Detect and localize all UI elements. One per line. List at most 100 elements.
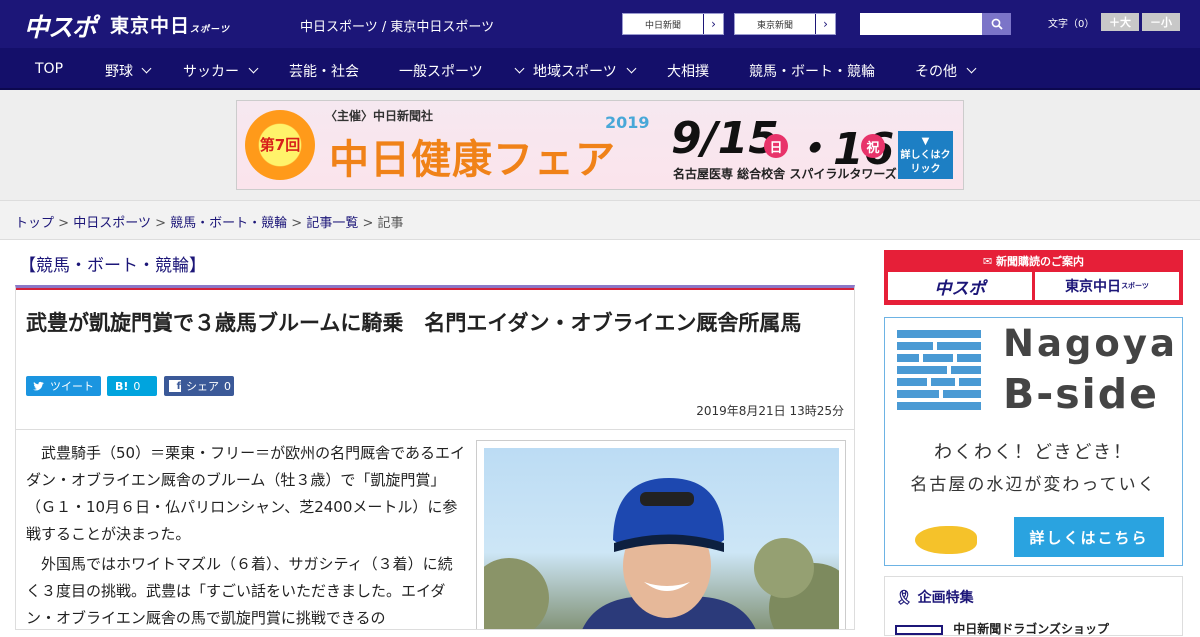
subscribe-tokyo-small: スポーツ <box>1121 282 1149 290</box>
breadcrumb-sep: > <box>155 216 166 231</box>
hatena-icon: B! <box>115 379 129 393</box>
site-title[interactable]: 中日スポーツ / 東京中日スポーツ <box>300 16 494 35</box>
search-input[interactable] <box>860 13 982 35</box>
hatena-button[interactable]: B! 0 <box>107 376 157 396</box>
breadcrumb-chuspo[interactable]: 中日スポーツ <box>73 216 151 231</box>
article-header: 武豊が凱旋門賞で３歳馬ブルームに騎乗 名門エイダン・オブライエン厩舎所属馬 ツイ… <box>15 285 855 430</box>
tokyo-logo-small: スポーツ <box>190 25 230 35</box>
font-larger-button[interactable]: ＋大 <box>1101 13 1139 31</box>
banner-day-2: 祝 <box>861 134 885 158</box>
newspaper-icon: ✉ <box>982 255 993 268</box>
banner-title: 中日健康フェア <box>329 137 616 183</box>
breadcrumb-bar: トップ > 中日スポーツ > 競馬・ボート・競輪 > 記事一覧 > 記事 <box>0 200 1200 240</box>
chuspo-logo[interactable]: 中スポ <box>24 8 97 44</box>
feature-header: 🎗 企画特集 <box>895 587 974 607</box>
breadcrumb-top[interactable]: トップ <box>15 216 54 231</box>
nav-soccer[interactable]: サッカー <box>183 61 239 81</box>
nav-top[interactable]: TOP <box>35 61 63 77</box>
ad-tagline-2: 名古屋の水辺が変わっていく <box>910 475 1157 495</box>
banner-cta-label: 詳しくはクリック <box>900 150 951 175</box>
arrow-down-icon: ▼ <box>921 136 930 147</box>
ad-brand-line2: B-side <box>1003 370 1159 418</box>
category-heading-bar: 【競馬・ボート・競輪】 <box>15 250 855 290</box>
banner-badge: 第7回 <box>259 136 301 154</box>
article-date: 2019年8月21日 13時25分 <box>696 404 844 418</box>
nav-keiba[interactable]: 競馬・ボート・競輪 <box>749 61 875 81</box>
facebook-share-label: シェア <box>186 380 219 393</box>
chevron-down-icon <box>514 63 525 74</box>
facebook-icon: f <box>169 380 181 392</box>
chevron-right-icon: › <box>815 14 835 34</box>
breadcrumb-keiba[interactable]: 競馬・ボート・競輪 <box>170 216 287 231</box>
banner-date-1: 9/15 <box>671 113 779 164</box>
nagoya-bside-ad[interactable]: Nagoya B-side わくわく！どきどき！ 名古屋の水辺が変わっていく 詳… <box>884 317 1183 566</box>
chevron-down-icon <box>248 63 259 74</box>
breadcrumb-article-list[interactable]: 記事一覧 <box>306 216 358 231</box>
health-fair-banner[interactable]: 第7回 〈主催〉中日新聞社 2019 中日健康フェア 9/15 日 ・16 祝 … <box>236 100 964 190</box>
banner-host: 〈主催〉中日新聞社 <box>325 109 434 123</box>
article-paragraph: 外国馬ではホワイトマズル（６着）、サガシティ（３着）に続く３度目の挑戦。武豊は「… <box>26 555 453 627</box>
jockey-photo-drawing <box>484 478 839 629</box>
chevron-down-icon <box>626 63 637 74</box>
breadcrumb-sep: > <box>291 216 303 231</box>
feature-item-label: 中日新聞ドラゴンズショップ <box>953 622 1109 636</box>
search-button[interactable] <box>982 13 1011 35</box>
font-smaller-button[interactable]: －小 <box>1142 13 1180 31</box>
subscription-box: ✉ 新聞購読のご案内 中スポ 東京中日 スポーツ <box>884 250 1183 305</box>
feature-box: 🎗 企画特集 中日新聞ドラゴンズショップ <box>884 576 1183 636</box>
site-header: 中スポ 東京中日スポーツ 中日スポーツ / 東京中日スポーツ 中日新聞 › 東京… <box>0 0 1200 48</box>
feature-header-label: 企画特集 <box>917 590 974 606</box>
tokyo-shimbun-label: 東京新聞 <box>756 20 793 31</box>
nav-entertainment[interactable]: 芸能・社会 <box>289 61 359 81</box>
breadcrumb-sep: > <box>362 216 374 231</box>
search-icon <box>991 18 1003 30</box>
subscribe-tokyo-button[interactable]: 東京中日 スポーツ <box>1035 272 1179 300</box>
brick-logo-icon <box>897 330 985 414</box>
category-heading[interactable]: 【競馬・ボート・競輪】 <box>19 251 206 276</box>
nav-general-sports[interactable]: 一般スポーツ <box>399 61 483 81</box>
tweet-label: ツイート <box>50 380 94 393</box>
article-paragraph: 武豊騎手（50）＝栗東・フリー＝が欧州の名門厩舎であるエイダン・オブライエン厩舎… <box>26 444 465 543</box>
article-body: 武豊騎手（50）＝栗東・フリー＝が欧州の名門厩舎であるエイダン・オブライエン厩舎… <box>15 430 855 630</box>
article-title: 武豊が凱旋門賞で３歳馬ブルームに騎乗 名門エイダン・オブライエン厩舎所属馬 <box>26 311 802 335</box>
jockey-photo[interactable] <box>484 448 839 629</box>
nav-sumo[interactable]: 大相撲 <box>667 61 709 81</box>
hatena-count: 0 <box>133 379 141 393</box>
facebook-share-button[interactable]: f シェア 0 <box>164 376 234 396</box>
main-nav: TOP 野球 サッカー 芸能・社会 一般スポーツ 地域スポーツ 大相撲 競馬・ボ… <box>0 48 1200 90</box>
tokyo-chunichi-logo[interactable]: 東京中日スポーツ <box>110 11 230 38</box>
ad-brand-line1: Nagoya <box>1003 322 1178 365</box>
nav-other[interactable]: その他 <box>915 61 957 81</box>
article-photo-frame <box>476 440 846 629</box>
font-size-label: 文字（0） <box>1048 19 1095 30</box>
ad-tagline-1: わくわく！どきどき！ <box>934 442 1133 463</box>
tokyo-shimbun-link[interactable]: 東京新聞 › <box>734 13 836 35</box>
flower-badge-icon: 第7回 <box>245 110 315 180</box>
subscribe-tokyo-label: 東京中日 <box>1065 279 1122 295</box>
breadcrumb: トップ > 中日スポーツ > 競馬・ボート・競輪 > 記事一覧 > 記事 <box>15 212 404 231</box>
nav-baseball[interactable]: 野球 <box>105 61 133 81</box>
ad-banner-area: 第7回 〈主催〉中日新聞社 2019 中日健康フェア 9/15 日 ・16 祝 … <box>0 90 1200 200</box>
search-box <box>860 13 1011 35</box>
ad-details-button[interactable]: 詳しくはこちら <box>1014 517 1164 557</box>
banner-venue: 名古屋医専 総合校舎 スパイラルタワーズ <box>673 167 897 181</box>
chunichi-shimbun-label: 中日新聞 <box>644 20 681 31</box>
feature-item[interactable]: 中日新聞ドラゴンズショップ <box>895 620 1109 637</box>
banner-cta[interactable]: ▼ 詳しくはクリック <box>898 131 953 179</box>
chevron-down-icon <box>141 63 152 74</box>
banner-day-1: 日 <box>764 134 788 158</box>
tokyo-logo-text: 東京中日 <box>110 15 191 37</box>
nav-local-sports[interactable]: 地域スポーツ <box>533 61 617 81</box>
tweet-button[interactable]: ツイート <box>26 376 101 396</box>
award-ribbon-icon: 🎗 <box>895 590 913 606</box>
chevron-right-icon: › <box>703 14 723 34</box>
twitter-icon <box>33 381 44 391</box>
subscription-header-label: 新聞購読のご案内 <box>996 255 1085 268</box>
chunichi-shimbun-link[interactable]: 中日新聞 › <box>622 13 724 35</box>
subscribe-chuspo-button[interactable]: 中スポ <box>888 272 1032 300</box>
breadcrumb-current: 記事 <box>377 216 404 231</box>
breadcrumb-sep: > <box>58 216 70 231</box>
chevron-down-icon <box>966 63 977 74</box>
mascot-icon <box>915 526 977 554</box>
facebook-share-count: 0 <box>224 379 231 393</box>
